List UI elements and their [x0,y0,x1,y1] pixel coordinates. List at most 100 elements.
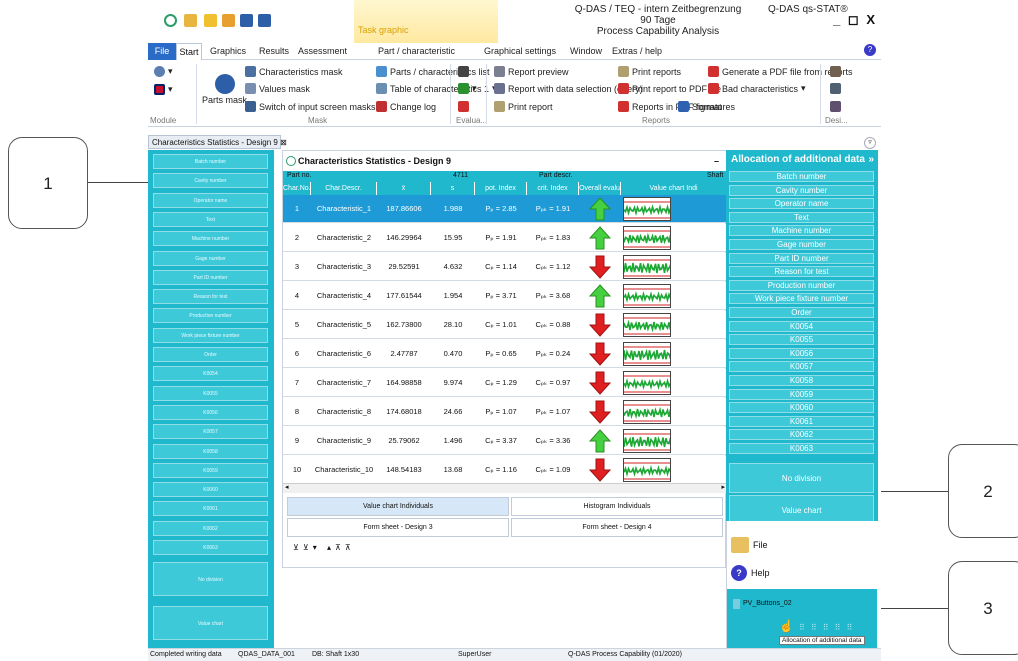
new-icon[interactable] [204,14,217,27]
expand-icon[interactable]: » [868,151,874,168]
allocation-btn-1[interactable]: Cavity number [729,184,874,196]
print-reports-button[interactable]: Print reports [618,66,681,77]
left-btn-5[interactable]: Gage number [153,250,268,266]
table-row[interactable]: 5 Characteristic_5 162.73800 28.10 Cₚ = 1.01… [283,311,727,339]
table-row[interactable]: 8 Characteristic_8 174.68018 24.66 Pₚ = 1.07… [283,398,727,426]
table-row[interactable]: 4 Characteristic_4 177.61544 1.954 Pₚ = 3.71… [283,282,727,310]
left-btn-11[interactable]: K0054 [153,366,268,382]
column-header-1[interactable]: Char.Descr. [311,182,377,195]
histogram-individuals-button[interactable]: Histogram Individuals [511,497,723,516]
left-btn-1[interactable]: Cavity number [153,173,268,189]
left-big-btn-0[interactable]: No division [153,562,268,596]
horizontal-scrollbar[interactable]: ◂ ▸ [283,483,727,493]
bad-characteristics-button[interactable]: Bad characteristics ▾ [708,83,806,94]
allocation-btn-18[interactable]: K0061 [729,415,874,427]
column-header-5[interactable]: crit. Index [527,182,579,195]
allocation-btn-7[interactable]: Reason for test [729,266,874,278]
close-tab-icon[interactable]: ⊠ [280,138,287,147]
allocation-btn-11[interactable]: K0054 [729,320,874,332]
left-btn-17[interactable]: K0060 [153,482,268,498]
allocation-btn-5[interactable]: Gage number [729,239,874,250]
allocation-btn-14[interactable]: K0057 [729,361,874,373]
save-icon[interactable] [240,14,253,27]
menu-window[interactable]: Window [570,46,602,56]
parts-list-button[interactable]: Parts / characteristics list [376,66,490,77]
allocation-btn-0[interactable]: Batch number [729,171,874,182]
allocation-btn-19[interactable]: K0062 [729,429,874,441]
evaluation-icon-1[interactable] [458,66,469,77]
left-btn-15[interactable]: K0058 [153,443,268,459]
left-btn-18[interactable]: K0061 [153,501,268,517]
change-log-button[interactable]: Change log [376,101,436,112]
menu-assessment[interactable]: Assessment [298,46,347,56]
allocation-btn-9[interactable]: Work piece fixture number [729,293,874,305]
table-row[interactable]: 1 Characteristic_1 187.86606 1.988 Pₚ = 2.85… [283,195,727,223]
pv-dots[interactable]: ⠿⠿⠿⠿⠿ [799,623,858,632]
document-tab[interactable]: Characteristics Statistics - Design 9 ⊠ [148,135,287,149]
left-btn-19[interactable]: K0062 [153,520,268,536]
table-row[interactable]: 3 Characteristic_3 29.52591 4.632 Cₚ = 1.14 C… [283,253,727,281]
allocation-btn-20[interactable]: K0063 [729,443,874,454]
navigation-arrows[interactable]: ⊻⊻▾ ▴⊼⊼ [293,543,355,552]
left-btn-3[interactable]: Text [153,211,268,227]
allocation-btn-8[interactable]: Production number [729,279,874,291]
print-pdf-button[interactable]: Print report to PDF file [618,83,721,94]
left-btn-0[interactable]: Batch number [153,154,268,169]
allocation-btn-16[interactable]: K0059 [729,388,874,400]
form-sheet-design3-button[interactable]: Form sheet - Design 3 [287,518,509,537]
task-graphic-tab[interactable]: Task graphic [354,0,498,43]
quick-access-icon[interactable] [184,14,197,27]
evaluation-icon-3[interactable] [458,101,469,112]
value-chart-individuals-button[interactable]: Value chart Individuals [287,497,509,516]
column-header-6[interactable]: Overall evalu [579,182,621,195]
collapse-icon[interactable]: ▿ [864,137,876,149]
characteristics-mask-button[interactable]: Characteristics mask [245,66,343,77]
column-header-7[interactable]: Value chart Indi [621,182,727,195]
language-flag-icon[interactable]: ▾ [154,84,173,95]
help-icon[interactable]: ? [864,44,876,56]
column-header-3[interactable]: s [431,182,475,195]
column-header-2[interactable]: x̄ [377,182,431,195]
menu-part-characteristic[interactable]: Part / characteristic [378,46,455,56]
save-as-icon[interactable] [258,14,271,27]
left-btn-7[interactable]: Reason for test [153,289,268,305]
table-row[interactable]: 7 Characteristic_7 164.98858 9.974 Cₚ = 1.29… [283,369,727,397]
table-row[interactable]: 2 Characteristic_2 146.29964 15.95 Pₚ = 1.91… [283,224,727,252]
column-header-0[interactable]: Char.No. [283,182,311,195]
values-mask-button[interactable]: Values mask [245,83,310,94]
left-btn-4[interactable]: Machine number [153,231,268,247]
print-report-button[interactable]: Print report [494,101,553,112]
allocation-btn-2[interactable]: Operator name [729,198,874,210]
file-button[interactable]: File [731,537,768,553]
column-header-4[interactable]: pot. Index [475,182,527,195]
minimize-icon[interactable]: – [714,151,719,171]
table-row[interactable]: 6 Characteristic_6 2.47787 0.470 Pₚ = 0.65 Pₚ… [283,340,727,368]
allocation-big-btn-0[interactable]: No division [729,463,874,493]
design-icon-3[interactable] [830,101,841,112]
allocation-btn-17[interactable]: K0060 [729,402,874,414]
left-btn-16[interactable]: K0059 [153,462,268,478]
allocation-btn-15[interactable]: K0058 [729,375,874,386]
menu-extras-help[interactable]: Extras / help [612,46,662,56]
signatures-button[interactable]: Signatures [678,101,735,112]
design-icon-1[interactable] [830,66,841,77]
menu-graphical-settings[interactable]: Graphical settings [484,46,556,56]
window-controls[interactable]: _ ◻ X [833,12,877,28]
left-btn-2[interactable]: Operator name [153,192,268,208]
menu-results[interactable]: Results [259,46,289,56]
left-btn-13[interactable]: K0056 [153,404,268,420]
parts-mask-button[interactable]: Parts mask [202,74,247,105]
table-row[interactable]: 9 Characteristic_9 25.79062 1.496 Cₚ = 3.37 C… [283,427,727,455]
allocation-btn-3[interactable]: Text [729,211,874,223]
allocation-btn-6[interactable]: Part ID number [729,252,874,264]
allocation-btn-13[interactable]: K0056 [729,347,874,359]
menu-file[interactable]: File [148,43,176,60]
left-btn-14[interactable]: K0057 [153,424,268,440]
menu-graphics[interactable]: Graphics [210,46,246,56]
table-characteristics-button[interactable]: Table of characteristics 1 ▾ [376,83,497,94]
left-btn-6[interactable]: Part ID number [153,269,268,285]
left-btn-12[interactable]: K0055 [153,385,268,401]
form-sheet-design4-button[interactable]: Form sheet - Design 4 [511,518,723,537]
design-icon-2[interactable] [830,83,841,94]
left-btn-8[interactable]: Production number [153,308,268,324]
